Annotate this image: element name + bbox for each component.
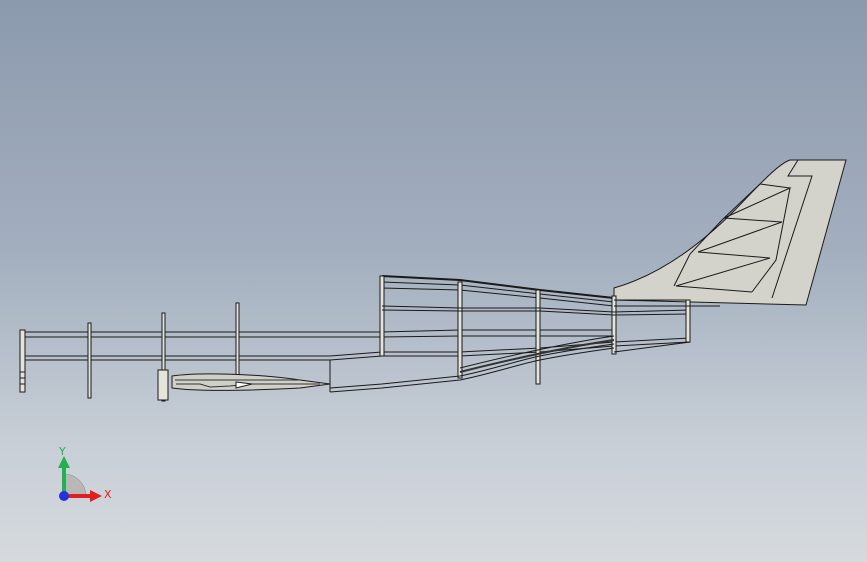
front-bulkhead bbox=[19, 329, 26, 393]
front-lower-assembly bbox=[157, 369, 331, 401]
y-axis-label: Y bbox=[58, 445, 66, 458]
aft-boom bbox=[613, 299, 720, 353]
upper-longeron bbox=[22, 329, 614, 338]
frame-post-1 bbox=[87, 322, 92, 399]
lower-longeron bbox=[22, 337, 691, 361]
tail-fin bbox=[613, 159, 847, 306]
axis-triad: Y X bbox=[58, 445, 112, 502]
x-axis-label: X bbox=[104, 488, 112, 501]
aircraft-frame-model[interactable] bbox=[0, 0, 867, 562]
belly-rail bbox=[329, 335, 615, 393]
graphics-viewport[interactable]: Y X bbox=[0, 0, 867, 562]
